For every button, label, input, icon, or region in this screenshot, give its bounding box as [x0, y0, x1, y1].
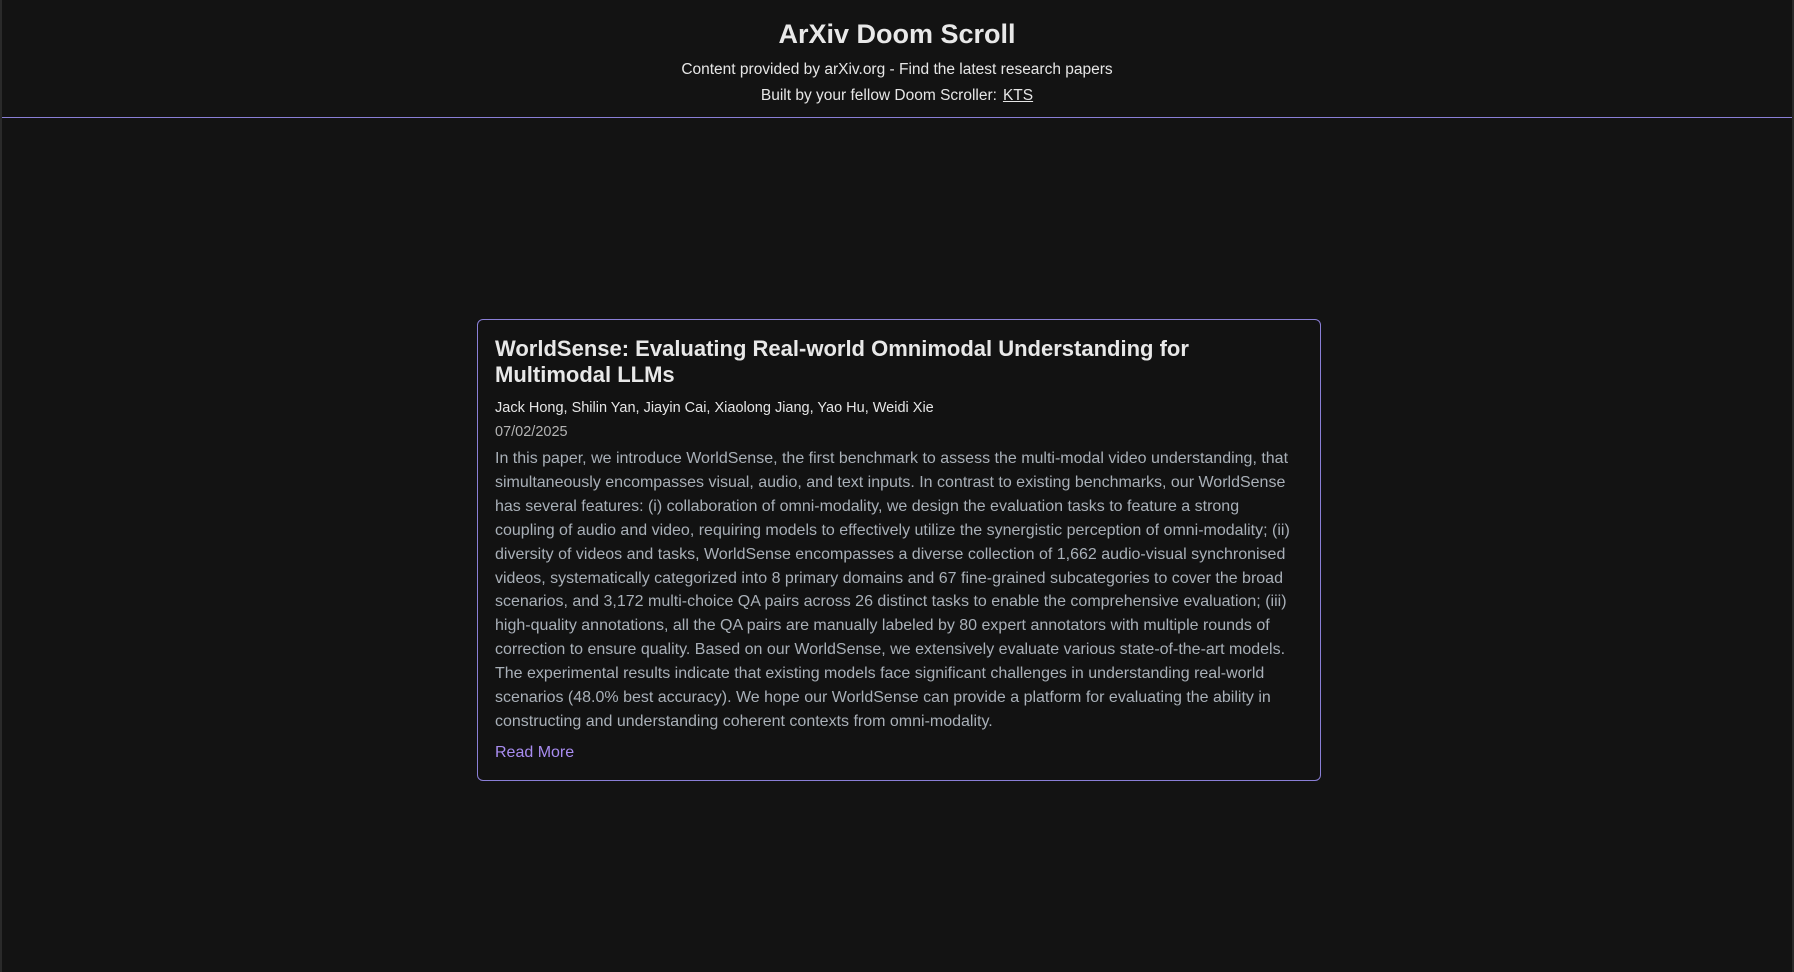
paper-authors: Jack Hong, Shilin Yan, Jiayin Cai, Xiaol… — [495, 400, 934, 416]
credit-link[interactable]: KTS — [1003, 87, 1033, 104]
site-title: ArXiv Doom Scroll — [778, 19, 1016, 49]
page: ArXiv Doom Scroll Content provided by ar… — [0, 0, 1794, 972]
site-credit: Built by your fellow Doom Scroller: KTS — [2, 86, 1792, 106]
paper-date: 07/02/2025 — [495, 424, 568, 440]
credit-prefix: Built by your fellow Doom Scroller: — [760, 87, 997, 104]
paper-abstract: In this paper, we introduce WorldSense, … — [495, 450, 1290, 730]
read-more-link[interactable]: Read More — [495, 743, 574, 763]
site-subtitle: Content provided by arXiv.org - Find the… — [681, 61, 1113, 78]
site-header: ArXiv Doom Scroll Content provided by ar… — [2, 0, 1792, 118]
paper-card: WorldSense: Evaluating Real-world Omnimo… — [477, 319, 1321, 781]
paper-title: WorldSense: Evaluating Real-world Omnimo… — [495, 336, 1189, 387]
